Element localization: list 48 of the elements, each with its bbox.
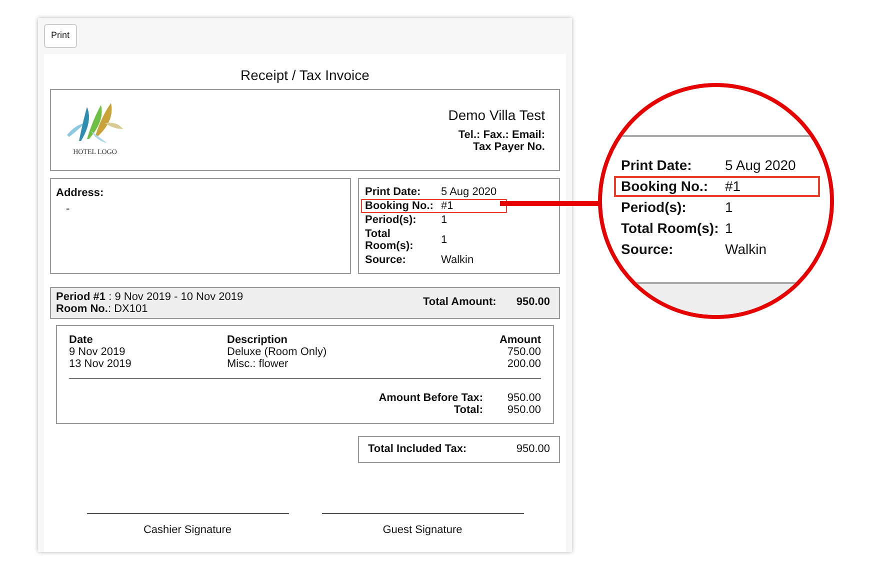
period-dates: Period #1 : 9 Nov 2019 - 10 Nov 2019: [56, 290, 244, 302]
info-label: Print Date:: [621, 157, 693, 174]
table-cell-text: 9 Nov 2019: [69, 346, 126, 358]
column-header: Amount: [498, 334, 541, 346]
info-label: Source:: [365, 254, 407, 266]
table-cell-text: 200.00: [506, 358, 541, 370]
info-label: Total Room(s):: [621, 220, 720, 237]
table-cell-text: 13 Nov 2019: [69, 358, 132, 370]
info-label: Period(s):: [621, 199, 688, 216]
info-label: Print Date:: [365, 186, 422, 198]
hotel-name: Demo Villa Test: [448, 106, 545, 124]
info-value: 5 Aug 2020: [441, 186, 498, 198]
info-value: #1: [725, 178, 742, 195]
info-label: Booking No.:: [365, 200, 434, 212]
signature-label: Guest Signature: [382, 522, 462, 538]
info-value: 1: [725, 220, 734, 237]
column-header: Date: [69, 334, 94, 346]
invoice-title: Receipt / Tax Invoice: [240, 66, 370, 84]
info-value: 1: [441, 234, 448, 246]
summary-value: 950.00: [506, 404, 541, 416]
info-label: Booking No.:: [621, 178, 710, 195]
info-label: Total Room(s):: [365, 228, 414, 252]
summary-label: Amount Before Tax:: [378, 392, 483, 404]
tax-payer-label: Tax Payer No.: [473, 141, 545, 153]
total-amount-value: 950.00: [516, 295, 550, 310]
total-amount-label: Total Amount:: [423, 295, 496, 310]
hotel-contact: Tel.: Fax.: Email:: [458, 129, 545, 141]
info-value: 5 Aug 2020: [725, 157, 797, 174]
column-header: Description: [227, 334, 289, 346]
info-value: #1: [441, 200, 454, 212]
info-label: Source:: [621, 241, 674, 258]
info-label: Period(s):: [365, 214, 418, 226]
print-button[interactable]: Print: [44, 24, 77, 48]
info-value: 1: [441, 214, 448, 226]
info-value: Walkin: [725, 241, 768, 258]
info-value: Walkin: [441, 254, 475, 266]
info-value: 1: [725, 199, 734, 216]
included-tax-label: Total Included Tax:: [368, 442, 467, 457]
summary-label: Total:: [454, 404, 483, 416]
summary-value: 950.00: [506, 392, 541, 404]
signature-label: Cashier Signature: [143, 522, 232, 538]
table-cell-text: Misc.: flower: [227, 358, 290, 370]
address-label: Address:: [56, 186, 105, 200]
room-number: Room No.: DX101: [56, 302, 149, 314]
table-cell-text: Deluxe (Room Only): [227, 346, 328, 358]
included-tax-value: 950.00: [516, 442, 550, 457]
address-value: -: [65, 202, 71, 217]
table-cell-text: 750.00: [506, 346, 541, 358]
